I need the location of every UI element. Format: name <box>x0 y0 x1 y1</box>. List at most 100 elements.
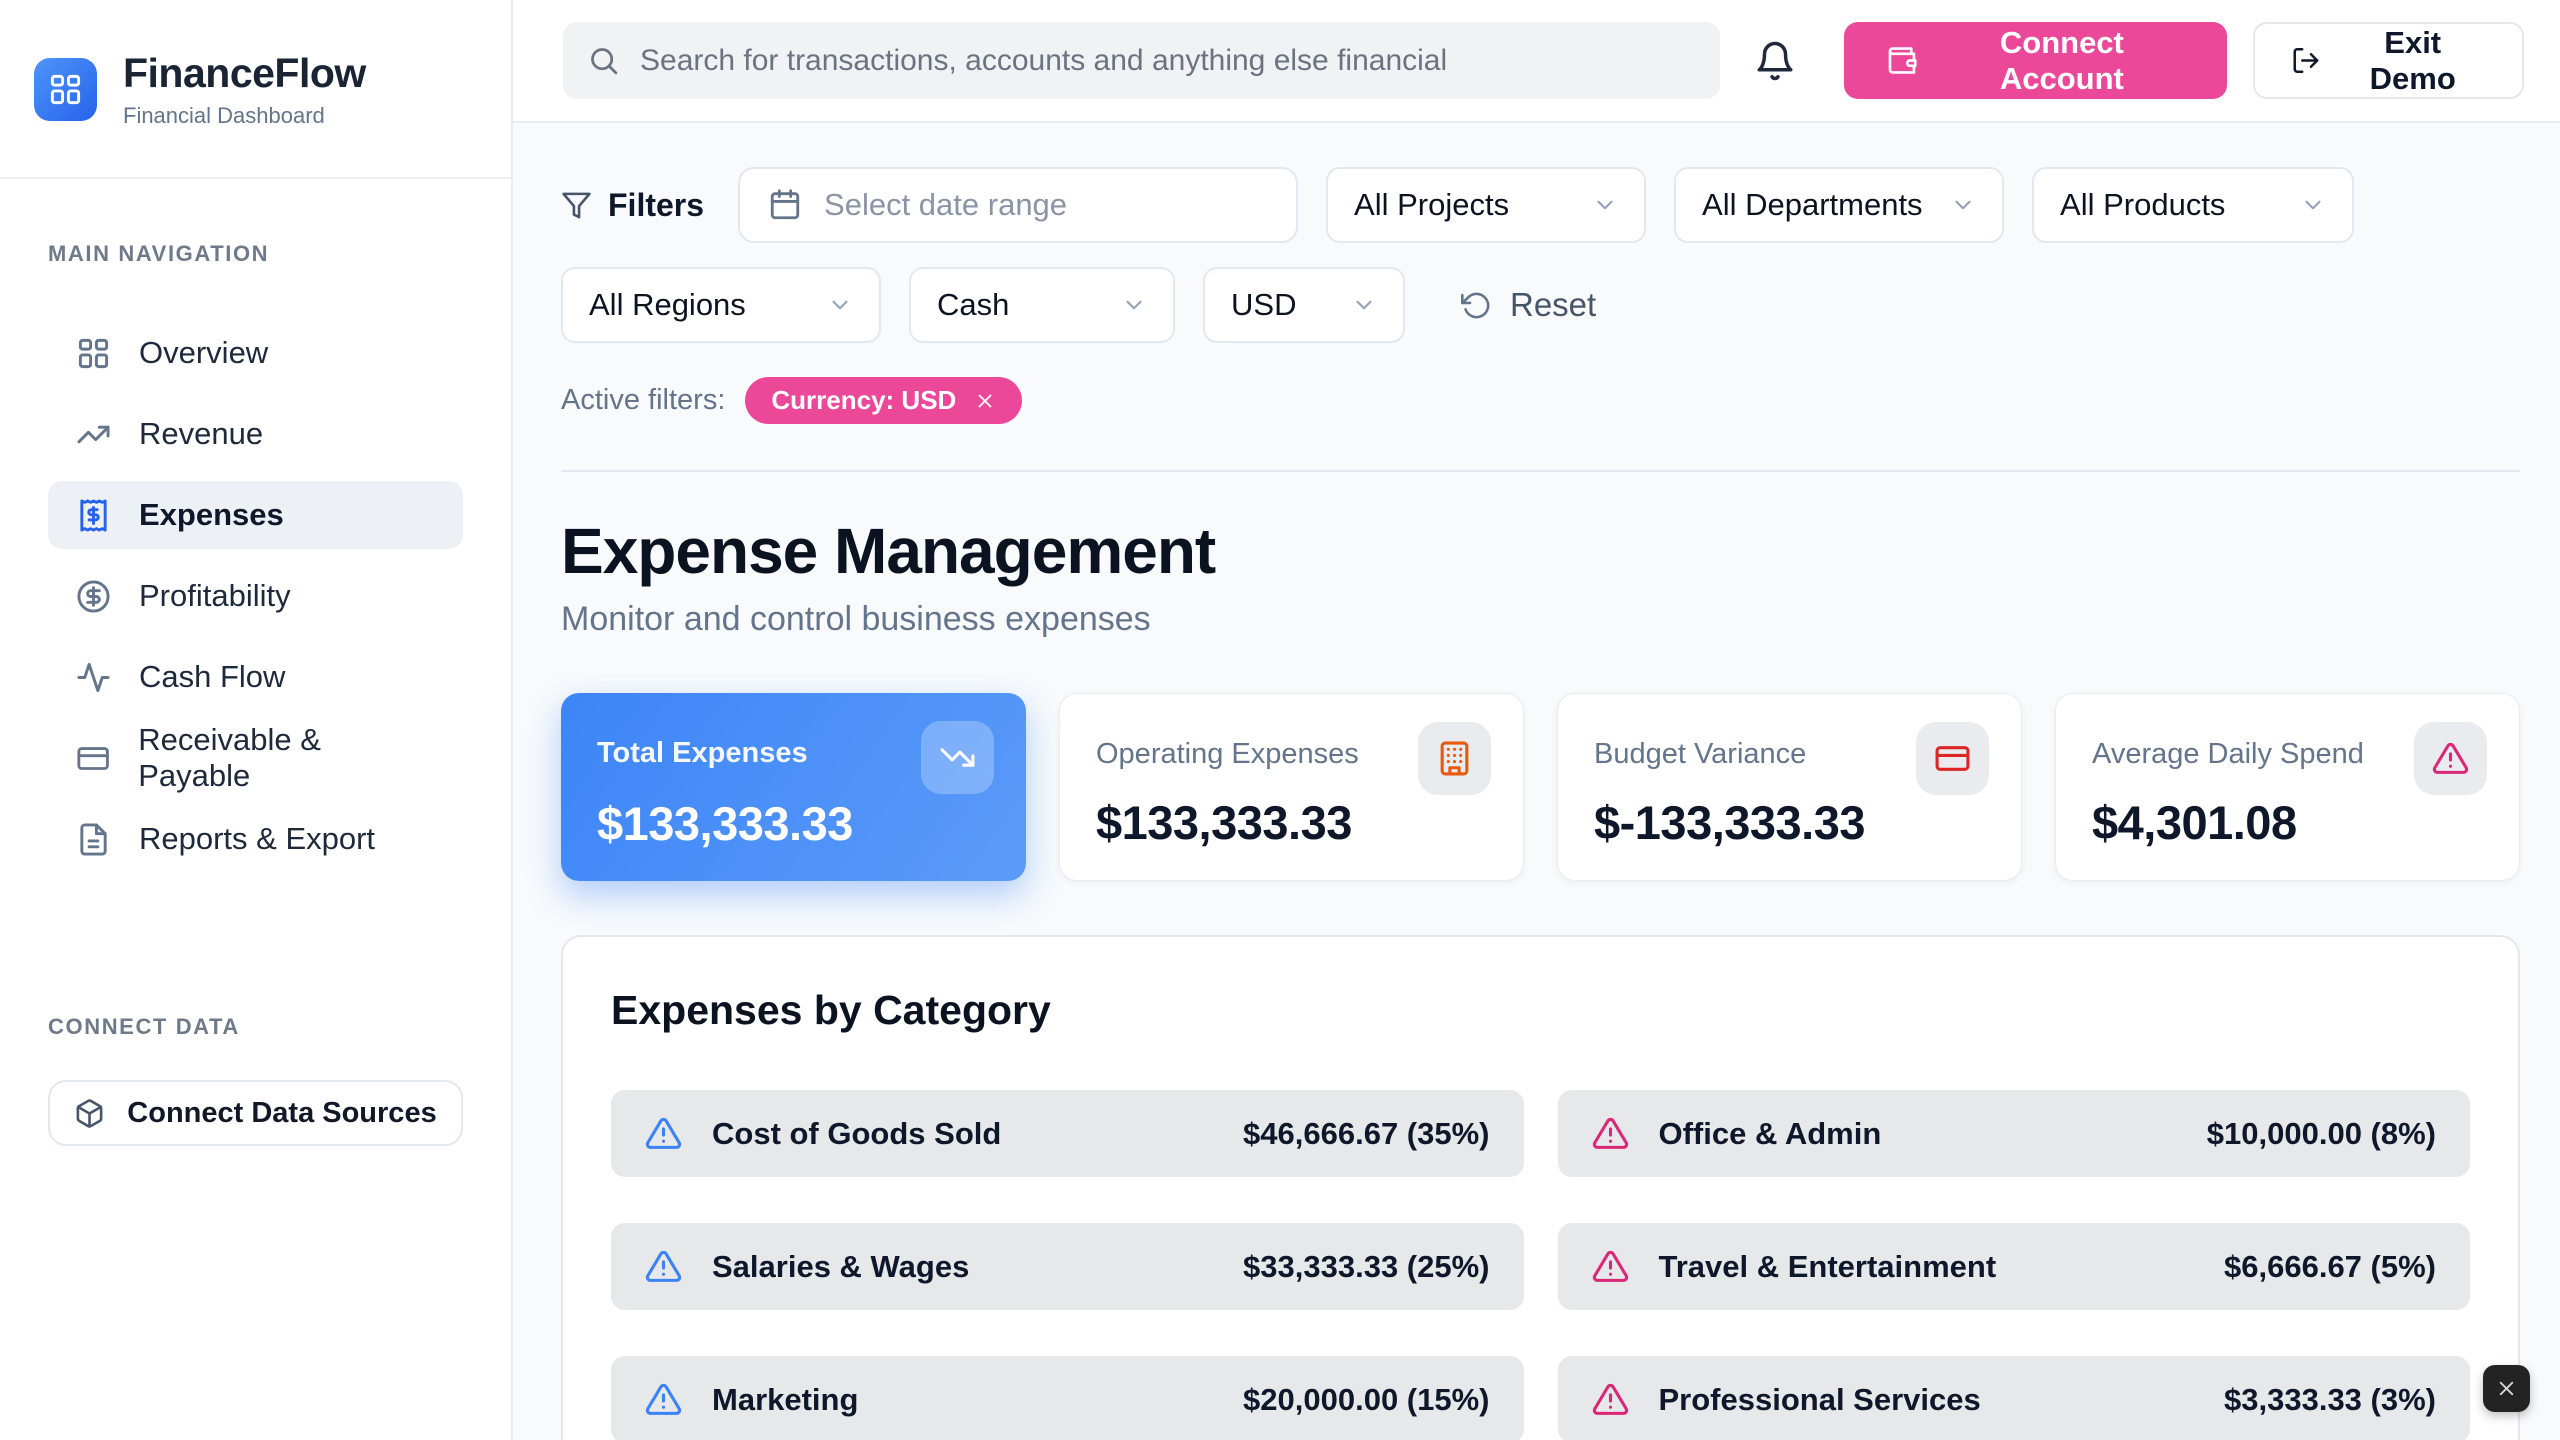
stat-card-operating-expenses[interactable]: Operating Expenses $133,333.33 <box>1059 693 1524 881</box>
date-range-input[interactable]: Select date range <box>738 167 1298 243</box>
sidebar-item-overview[interactable]: Overview <box>48 319 463 387</box>
global-search[interactable] <box>563 22 1720 99</box>
funnel-icon <box>561 190 592 221</box>
category-row-cost-of-goods-sold[interactable]: Cost of Goods Sold $46,666.67 (35%) <box>611 1090 1524 1177</box>
sidebar-item-label: Profitability <box>139 578 291 614</box>
search-input[interactable] <box>640 44 1696 78</box>
brand-name: FinanceFlow <box>123 50 366 97</box>
close-overlay-button[interactable] <box>2483 1365 2530 1412</box>
page-content: Filters Select date range All Projects A… <box>513 123 2560 1440</box>
alert-triangle-icon <box>645 1115 682 1152</box>
category-value: $33,333.33 (25%) <box>1243 1249 1489 1285</box>
app-logo <box>34 58 97 121</box>
category-label: Travel & Entertainment <box>1659 1249 1997 1285</box>
category-value: $46,666.67 (35%) <box>1243 1116 1489 1152</box>
alert-triangle-icon <box>645 1248 682 1285</box>
regions-select[interactable]: All Regions <box>561 267 881 343</box>
connect-button-label: Connect Data Sources <box>127 1097 436 1130</box>
chevron-down-icon <box>827 292 853 318</box>
main-navigation: MAIN NAVIGATION Overview Revenue <box>0 179 511 886</box>
connect-caption: CONNECT DATA <box>48 1014 463 1040</box>
filters-row-1: Filters Select date range All Projects A… <box>561 167 2520 243</box>
log-out-icon <box>2291 45 2321 76</box>
sidebar-item-receivable-payable[interactable]: Receivable & Payable <box>48 724 463 792</box>
sidebar: FinanceFlow Financial Dashboard MAIN NAV… <box>0 0 513 1440</box>
category-value: $10,000.00 (8%) <box>2207 1116 2436 1152</box>
close-icon <box>2495 1377 2518 1400</box>
stat-label: Operating Expenses <box>1096 738 1359 771</box>
main-area: Connect Account Exit Demo Filters Select… <box>513 0 2560 1440</box>
stat-label: Budget Variance <box>1594 738 1806 771</box>
chevron-down-icon <box>1351 292 1377 318</box>
chip-label: Currency: USD <box>771 385 956 416</box>
stat-value: $133,333.33 <box>1096 795 1491 850</box>
layout-dashboard-icon <box>48 72 83 107</box>
sidebar-item-cash-flow[interactable]: Cash Flow <box>48 643 463 711</box>
sidebar-item-label: Receivable & Payable <box>138 722 435 794</box>
page-subtitle: Monitor and control business expenses <box>561 600 2520 639</box>
stat-card-budget-variance[interactable]: Budget Variance $-133,333.33 <box>1557 693 2022 881</box>
category-section-title: Expenses by Category <box>611 987 2470 1034</box>
top-header: Connect Account Exit Demo <box>513 0 2560 123</box>
category-row-marketing[interactable]: Marketing $20,000.00 (15%) <box>611 1356 1524 1440</box>
rotate-ccw-icon <box>1461 290 1492 321</box>
stat-card-average-daily-spend[interactable]: Average Daily Spend $4,301.08 <box>2055 693 2520 881</box>
alert-triangle-icon <box>2432 740 2469 777</box>
circle-dollar-icon <box>76 579 111 614</box>
reset-filters-button[interactable]: Reset <box>1461 286 1596 324</box>
category-row-salaries-wages[interactable]: Salaries & Wages $33,333.33 (25%) <box>611 1223 1524 1310</box>
chevron-down-icon <box>1592 192 1618 218</box>
page-title: Expense Management <box>561 514 2520 588</box>
projects-select-value: All Projects <box>1354 187 1509 223</box>
chevron-down-icon <box>2300 192 2326 218</box>
nav-caption: MAIN NAVIGATION <box>48 241 463 267</box>
close-icon[interactable] <box>974 390 996 412</box>
projects-select[interactable]: All Projects <box>1326 167 1646 243</box>
notifications-button[interactable] <box>1754 40 1796 82</box>
filters-label-group: Filters <box>561 187 704 224</box>
sidebar-item-revenue[interactable]: Revenue <box>48 400 463 468</box>
accounting-basis-select[interactable]: Cash <box>909 267 1175 343</box>
stat-icon-box <box>921 721 994 794</box>
receipt-icon <box>76 498 111 533</box>
sidebar-item-expenses[interactable]: Expenses <box>48 481 463 549</box>
active-filters-row: Active filters: Currency: USD <box>561 377 2520 424</box>
activity-icon <box>76 660 111 695</box>
currency-filter-chip[interactable]: Currency: USD <box>745 377 1022 424</box>
accounting-basis-value: Cash <box>937 287 1009 323</box>
brand-block: FinanceFlow Financial Dashboard <box>0 0 511 179</box>
stat-icon-box <box>1916 722 1989 795</box>
wallet-icon <box>1886 44 1918 77</box>
category-value: $6,666.67 (5%) <box>2224 1249 2436 1285</box>
departments-select[interactable]: All Departments <box>1674 167 2004 243</box>
stat-card-total-expenses[interactable]: Total Expenses $133,333.33 <box>561 693 1026 881</box>
alert-triangle-icon <box>645 1381 682 1418</box>
exit-demo-button[interactable]: Exit Demo <box>2253 22 2524 99</box>
alert-triangle-icon <box>1592 1248 1629 1285</box>
departments-select-value: All Departments <box>1702 187 1923 223</box>
category-row-office-admin[interactable]: Office & Admin $10,000.00 (8%) <box>1558 1090 2471 1177</box>
connect-data-sources-button[interactable]: Connect Data Sources <box>48 1080 463 1146</box>
stat-value: $-133,333.33 <box>1594 795 1989 850</box>
category-label: Professional Services <box>1659 1382 1981 1418</box>
sidebar-item-label: Expenses <box>139 497 284 533</box>
category-grid: Cost of Goods Sold $46,666.67 (35%) Offi… <box>611 1090 2470 1440</box>
alert-triangle-icon <box>1592 1115 1629 1152</box>
category-label: Cost of Goods Sold <box>712 1116 1001 1152</box>
bell-icon <box>1754 40 1796 82</box>
sidebar-item-reports-export[interactable]: Reports & Export <box>48 805 463 873</box>
section-divider <box>561 470 2520 472</box>
regions-select-value: All Regions <box>589 287 746 323</box>
currency-select[interactable]: USD <box>1203 267 1405 343</box>
connect-account-button[interactable]: Connect Account <box>1844 22 2227 99</box>
sidebar-item-profitability[interactable]: Profitability <box>48 562 463 630</box>
credit-card-icon <box>1934 740 1971 777</box>
category-value: $20,000.00 (15%) <box>1243 1382 1489 1418</box>
filters-label: Filters <box>608 187 704 224</box>
expenses-by-category-card: Expenses by Category Cost of Goods Sold … <box>561 935 2520 1440</box>
products-select[interactable]: All Products <box>2032 167 2354 243</box>
category-row-professional-services[interactable]: Professional Services $3,333.33 (3%) <box>1558 1356 2471 1440</box>
sidebar-item-label: Overview <box>139 335 268 371</box>
stat-cards: Total Expenses $133,333.33 Operating Exp… <box>561 693 2520 881</box>
category-row-travel-entertainment[interactable]: Travel & Entertainment $6,666.67 (5%) <box>1558 1223 2471 1310</box>
